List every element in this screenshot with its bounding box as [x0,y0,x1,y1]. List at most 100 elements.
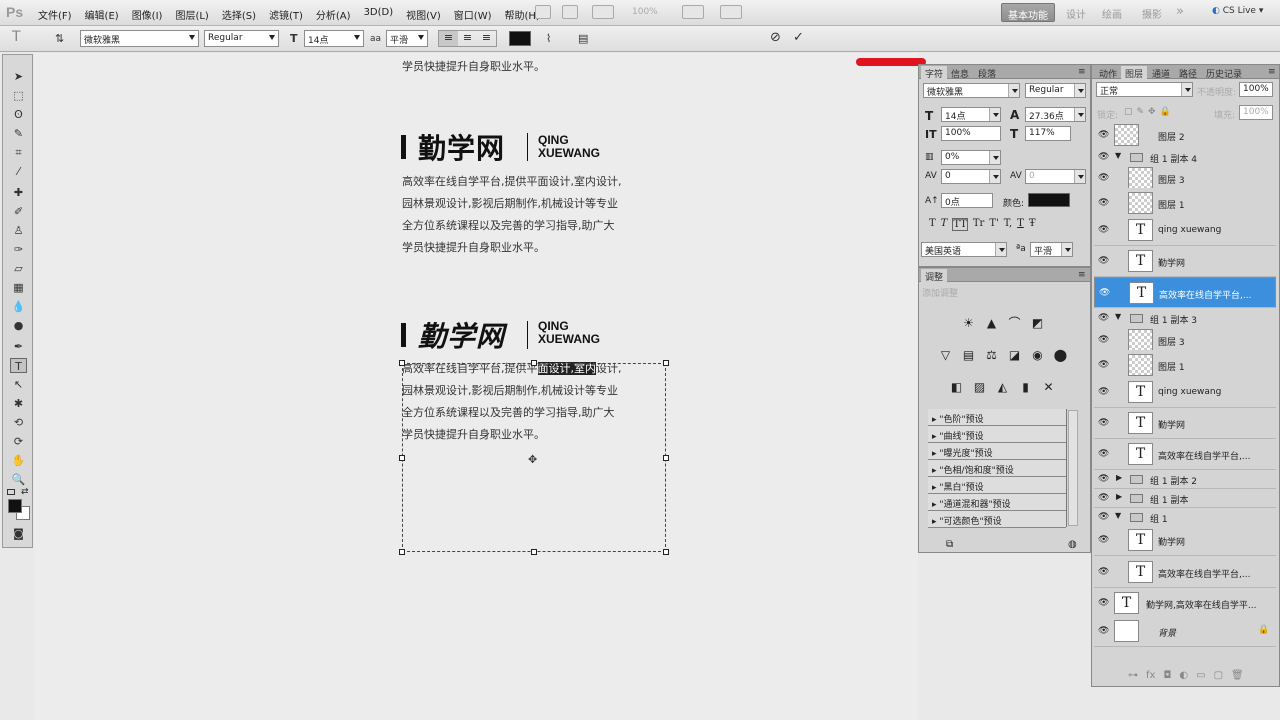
char-kerning-select[interactable]: 0 [941,169,1001,184]
preset-levels[interactable]: ▸ "色阶"预设 [928,409,1066,426]
layers-panel-menu-icon[interactable]: ≡ [1264,66,1280,79]
quick-mask-icon[interactable]: ◙ [10,526,27,541]
expand-arrow-icon[interactable]: ▼ [1115,511,1121,520]
character-panel-toggle-icon[interactable]: ▤ [578,32,588,45]
char-baseline-input[interactable]: 0点 [941,193,993,208]
layer-row[interactable]: 👁 T 高效率在线自学平台,... [1094,557,1276,588]
clone-stamp-tool-icon[interactable]: ♙ [10,223,27,238]
type-tool-preset-icon[interactable]: T [12,29,21,45]
adj-clip-icon[interactable]: ⧉ [946,539,953,550]
bbox-handle-b[interactable] [531,549,537,555]
char-size-select[interactable]: 14点 [941,107,1001,122]
shape-tool-icon[interactable]: ✱ [10,396,27,411]
eye-icon[interactable]: 👁 [1098,225,1109,235]
align-right-icon[interactable]: ≡ [477,31,496,46]
char-style-select[interactable]: Regular [1025,83,1086,98]
superscript-button[interactable]: T' [989,218,998,231]
crop-tool-icon[interactable]: ⌗ [10,145,27,160]
document-canvas[interactable]: 学员快捷提升自身职业水平。 勤学网 QING XUEWANG 高效率在线自学平台… [34,53,918,720]
hand-tool-icon[interactable]: ✋ [10,453,27,468]
eye-icon[interactable]: 👁 [1098,313,1109,323]
adj-footer-icon[interactable]: ◍ [1068,539,1077,550]
workspace-essentials[interactable]: 基本功能 [1001,3,1055,22]
layer-row[interactable]: 👁 T 高效率在线自学平台,... [1094,439,1276,470]
preset-hue-saturation[interactable]: ▸ "色相/饱和度"预设 [928,460,1066,477]
eye-icon[interactable]: 👁 [1098,567,1109,577]
menu-select[interactable]: 选择(S) [222,7,256,22]
3d-orbit-tool-icon[interactable]: ⟳ [10,434,27,449]
marquee-tool-icon[interactable]: ⬚ [10,88,27,103]
new-layer-icon[interactable]: ▢ [1214,670,1223,681]
eye-icon[interactable]: 👁 [1098,152,1109,162]
group-row[interactable]: 👁 ▶ 组 1 副本 2 [1094,470,1276,489]
screen-mode-icon[interactable] [720,5,742,19]
bbox-handle-t[interactable] [531,360,537,366]
eraser-tool-icon[interactable]: ▱ [10,261,27,276]
eye-icon[interactable]: 👁 [1098,130,1109,140]
subscript-button[interactable]: T, [1004,218,1012,231]
bbox-handle-l[interactable] [399,455,405,461]
pen-tool-icon[interactable]: ✒ [10,339,27,354]
menu-window[interactable]: 窗口(W) [454,7,492,22]
panel-menu-icon[interactable]: ≡ [1074,66,1090,79]
tab-character[interactable]: 字符 [921,66,948,80]
char-leading-select[interactable]: 27.36点 [1025,107,1086,122]
bbox-center-icon[interactable]: ✥ [528,453,537,466]
eye-icon[interactable]: 👁 [1098,387,1109,397]
lasso-tool-icon[interactable]: ʘ [10,107,27,122]
3d-rotate-tool-icon[interactable]: ⟲ [10,415,27,430]
move-tool-icon[interactable]: ➤ [10,69,27,84]
preset-selective-color[interactable]: ▸ "可选颜色"预设 [928,511,1066,528]
layer-row[interactable]: 👁 T 勤学网 [1094,525,1276,556]
group-row[interactable]: 👁 ▶ 组 1 副本 [1094,489,1276,508]
curves-icon[interactable]: ⌒ [1006,315,1023,331]
menu-image[interactable]: 图像(I) [132,7,163,22]
workspace-photography[interactable]: 摄影 [1136,3,1168,22]
bbox-handle-tr[interactable] [663,360,669,366]
threshold-icon[interactable]: ◭ [994,379,1011,395]
align-center-icon[interactable]: ≡ [458,31,477,46]
default-colors-icon[interactable] [7,489,15,495]
layer-row[interactable]: 👁 T 勤学网,高效率在线自学平... [1094,588,1276,619]
eye-icon[interactable]: 👁 [1099,288,1110,298]
menu-analysis[interactable]: 分析(A) [316,7,351,22]
layer-row-background[interactable]: 👁 背景 🔒 [1094,616,1276,647]
menu-3d[interactable]: 3D(D) [364,7,394,22]
brush-tool-icon[interactable]: ✐ [10,204,27,219]
faux-italic-button[interactable]: T [941,218,948,231]
tab-info[interactable]: 信息 [947,66,973,80]
preset-scrollbar[interactable] [1068,410,1078,526]
tab-paths[interactable]: 路径 [1175,66,1201,80]
font-style-select[interactable]: Regular [204,30,279,47]
bbox-handle-r[interactable] [663,455,669,461]
char-tsume-select[interactable]: 0% [941,150,1001,165]
menu-layer[interactable]: 图层(L) [175,7,208,22]
tab-history[interactable]: 历史记录 [1202,66,1246,80]
menu-view[interactable]: 视图(V) [406,7,441,22]
hue-saturation-icon[interactable]: ▤ [960,347,977,363]
tab-paragraph[interactable]: 段落 [974,66,1000,80]
text-orientation-icon[interactable]: ⇅ [55,32,64,45]
expand-arrow-icon[interactable]: ▶ [1116,492,1122,501]
photo-filter-icon[interactable]: ◉ [1029,347,1046,363]
foreground-color-swatch[interactable] [8,499,22,513]
tab-adjustments[interactable]: 调整 [921,269,948,283]
text-color-swatch[interactable] [509,31,531,46]
layer-row[interactable]: 👁 T 勤学网 [1094,408,1276,439]
char-antialias-select[interactable]: 平滑 [1030,242,1073,257]
expand-arrow-icon[interactable]: ▼ [1115,151,1121,160]
eye-icon[interactable]: 👁 [1098,535,1109,545]
faux-bold-button[interactable]: T [929,218,936,231]
color-balance-icon[interactable]: ⚖ [983,347,1000,363]
tab-layers[interactable]: 图层 [1121,66,1148,80]
layer-row[interactable]: 👁 图层 2 [1094,120,1276,151]
history-brush-tool-icon[interactable]: ✑ [10,242,27,257]
adjustment-layer-icon[interactable]: ◐ [1179,670,1188,681]
commit-edit-icon[interactable]: ✓ [793,30,804,45]
gradient-map-icon[interactable]: ▮ [1017,379,1034,395]
opacity-input[interactable]: 100% [1239,82,1273,97]
preset-exposure[interactable]: ▸ "曝光度"预设 [928,443,1066,460]
antialias-select[interactable]: 平滑 [386,30,428,47]
layer-row[interactable]: 👁 Tqing xuewang [1094,215,1276,246]
layer-style-icon[interactable]: fx [1146,670,1155,681]
